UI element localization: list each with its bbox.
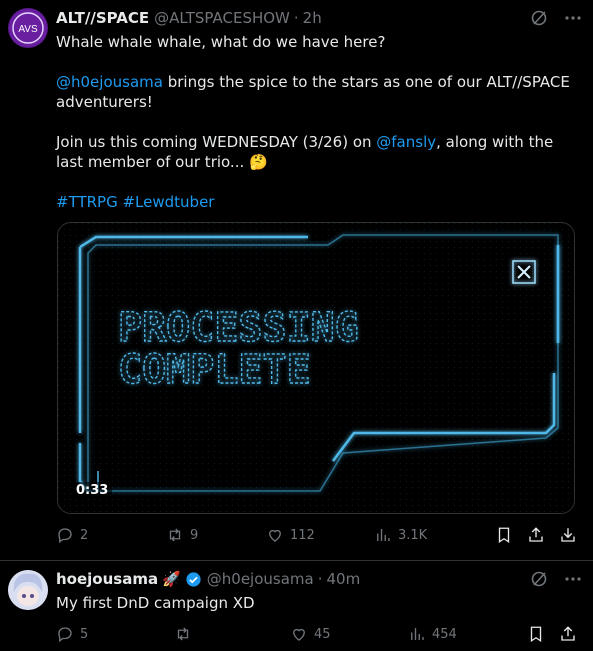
more-options-icon[interactable] <box>563 569 583 589</box>
tweet-actions: 2 9 112 3.1K <box>56 526 577 544</box>
avatar-logo-text: AVS <box>18 24 38 35</box>
download-icon[interactable] <box>559 526 577 544</box>
more-options-icon[interactable] <box>563 8 583 28</box>
tweet-text: Whale whale whale, what do we have here?… <box>56 32 576 212</box>
timestamp[interactable]: 40m <box>327 570 361 588</box>
display-name[interactable]: hoejousama <box>56 570 158 588</box>
like-count: 112 <box>290 527 315 543</box>
timestamp[interactable]: 2h <box>303 9 322 27</box>
grok-icon[interactable] <box>529 569 549 589</box>
like-button[interactable]: 112 <box>266 526 374 544</box>
reply-icon <box>58 528 72 544</box>
like-count: 45 <box>314 626 331 642</box>
rocket-emoji: 🚀 <box>162 570 181 588</box>
reply-icon <box>58 627 72 643</box>
retweet-button[interactable]: 9 <box>166 526 266 544</box>
views-button[interactable]: 3.1K <box>374 526 427 544</box>
view-count: 3.1K <box>398 527 428 543</box>
retweet-icon <box>177 627 189 641</box>
views-chart-icon <box>411 628 424 640</box>
tweet-hoejousama[interactable]: hoejousama 🚀 @h0ejousama · 40m My first … <box>0 561 593 651</box>
bookmark-icon[interactable] <box>527 625 545 643</box>
display-name[interactable]: ALT//SPACE <box>56 9 149 27</box>
tweet-line: Join us this coming WEDNESDAY (3/26) on … <box>56 133 554 171</box>
tweet-actions: 5 45 454 <box>56 625 577 643</box>
views-chart-icon <box>377 529 390 541</box>
separator-dot: · <box>317 570 323 588</box>
hoejousama-avatar[interactable] <box>8 570 48 610</box>
hashtags[interactable]: #TTRPG #Lewdtuber <box>56 192 576 212</box>
retweet-count: 9 <box>190 527 199 543</box>
reply-button[interactable]: 5 <box>56 625 174 643</box>
bookmark-icon[interactable] <box>495 526 513 544</box>
heart-icon <box>293 628 305 641</box>
complete-text: COMPLETE <box>118 347 311 393</box>
heart-icon <box>269 529 281 542</box>
views-button[interactable]: 454 <box>408 625 457 643</box>
thinking-emoji: 🤔 <box>249 153 268 171</box>
user-handle[interactable]: @ALTSPACESHOW <box>154 9 290 27</box>
altspace-avatar[interactable]: AVS <box>8 8 48 48</box>
tweet-altspace[interactable]: AVS ALT//SPACE @ALTSPACESHOW · 2h Whale … <box>0 0 593 561</box>
user-handle[interactable]: @h0ejousama <box>207 570 314 588</box>
reply-button[interactable]: 2 <box>56 526 166 544</box>
retweet-icon <box>169 528 181 542</box>
grok-icon[interactable] <box>529 8 549 28</box>
view-count: 454 <box>432 626 457 642</box>
tweet-header: ALT//SPACE @ALTSPACESHOW · 2h <box>56 8 583 28</box>
tweet-line: @h0ejousama brings the spice to the star… <box>56 73 570 111</box>
verified-badge-icon <box>185 571 202 588</box>
share-icon[interactable] <box>559 625 577 643</box>
video-player[interactable]: PROCESSING COMPLETE 0:33 <box>57 222 575 514</box>
separator-dot: · <box>293 9 299 27</box>
mention-link[interactable]: @h0ejousama <box>56 73 163 91</box>
share-icon[interactable] <box>527 526 545 544</box>
mention-link[interactable]: @fansly <box>376 133 436 151</box>
tweet-line: My first DnD campaign XD <box>56 594 255 612</box>
like-button[interactable]: 45 <box>290 625 408 643</box>
retweet-button[interactable] <box>174 625 290 643</box>
video-duration: 0:33 <box>72 482 113 499</box>
tweet-line: Whale whale whale, what do we have here? <box>56 33 386 51</box>
reply-count: 5 <box>80 626 89 642</box>
reply-count: 2 <box>80 527 89 543</box>
tweet-header: hoejousama 🚀 @h0ejousama · 40m <box>56 569 583 589</box>
tweet-text: My first DnD campaign XD <box>56 593 576 613</box>
processing-text: PROCESSING <box>118 305 359 351</box>
